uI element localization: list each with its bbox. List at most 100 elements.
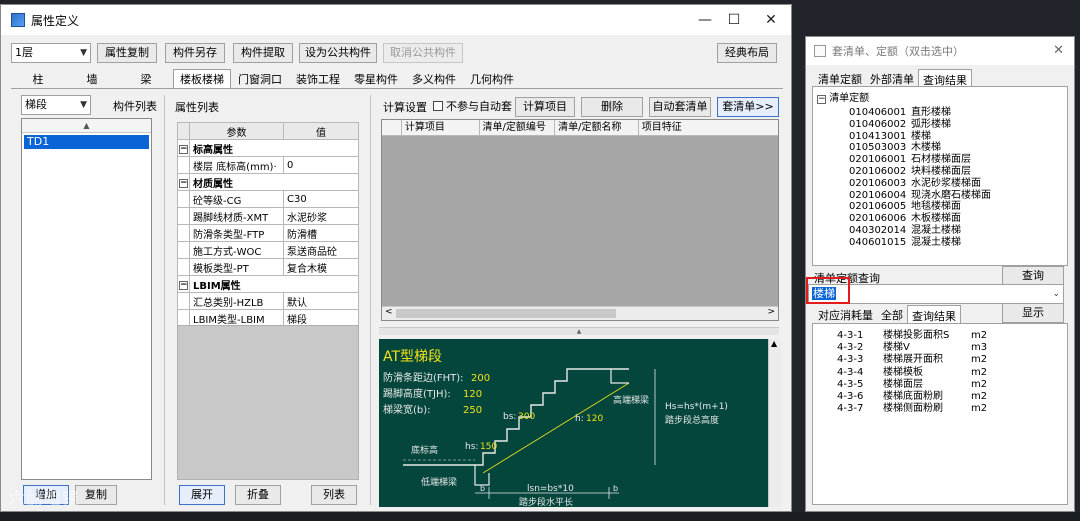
scroll-up-icon[interactable]: ▲ <box>22 119 151 133</box>
calc-items-button[interactable]: 计算项目 <box>515 97 575 117</box>
quota-result-list[interactable]: 4-3-1 楼梯投影面积S m2 4-3-2 楼梯V m3 4-3-3 楼梯展开面积 m2 4-3… <box>812 323 1068 505</box>
tab-multi-component[interactable]: 多义构件 <box>405 69 463 89</box>
property-group[interactable]: − LBIM属性 <box>177 275 359 293</box>
scroll-left-icon[interactable]: < <box>385 307 393 317</box>
param-value[interactable]: 泵送商品砼 <box>283 241 359 259</box>
bottom-elev-label: 底标高 <box>411 444 438 456</box>
calc-settings-label: 计算设置 <box>383 101 427 114</box>
query-button[interactable]: 查询 <box>1002 266 1064 286</box>
property-group[interactable]: − 材质属性 <box>177 173 359 191</box>
param-value[interactable]: 梯段 <box>283 309 359 327</box>
collapse-icon[interactable]: − <box>817 95 826 104</box>
floor-select[interactable]: 1层 ▼ <box>11 43 91 63</box>
checkbox-icon[interactable] <box>433 101 443 111</box>
window-title: 属性定义 <box>31 13 80 28</box>
param-value[interactable]: 0 <box>283 156 359 174</box>
collapse-icon[interactable]: − <box>179 280 188 290</box>
panel-title: 套清单、定额（双击选中） <box>832 45 964 58</box>
collapse-icon[interactable]: − <box>179 144 188 154</box>
param-value[interactable]: 复合木模 <box>283 258 359 276</box>
result-row[interactable]: 4-3-7 楼梯侧面粉刷 m2 <box>837 399 987 414</box>
param-value[interactable]: 防滑槽 <box>283 224 359 242</box>
param-name: LBIM类型-LBIM <box>189 309 284 327</box>
low-beam-label: 低端梯梁 <box>421 476 457 488</box>
watermark: 六腑暗镜 <box>8 489 80 509</box>
tab-slab-stair[interactable]: 楼板楼梯 <box>173 69 231 89</box>
component-type-select[interactable]: 梯段 ▼ <box>21 95 91 115</box>
chevron-down-icon: ⌄ <box>1052 289 1060 299</box>
property-row[interactable]: 模板类型-PT 复合木模 <box>177 258 359 276</box>
scroll-up-icon[interactable]: ▲ <box>771 339 777 348</box>
bill-tree[interactable]: − 清单定额 010406001 直形楼梯 010406002 弧形楼梯 0104130… <box>812 86 1068 266</box>
maximize-button[interactable]: ☐ <box>716 5 752 35</box>
cancel-public-component-button[interactable]: 取消公共构件 <box>383 43 463 63</box>
tab-wall[interactable]: 墙 <box>65 69 119 89</box>
scroll-right-icon[interactable]: > <box>767 307 775 317</box>
copy-component-button[interactable]: 复制 <box>75 485 117 505</box>
expand-button[interactable]: 展开 <box>179 485 225 505</box>
diagram-param-value: 120 <box>463 389 482 400</box>
property-table: 参数 值 − 标高属性 楼层 底标高(mm)· 0 − 材质属性 砼等级-CG … <box>177 122 359 327</box>
property-row[interactable]: 踢脚线材质-XMT 水泥砂浆 <box>177 207 359 225</box>
tab-door-window[interactable]: 门窗洞口 <box>231 69 289 89</box>
delete-button[interactable]: 删除 <box>581 97 643 117</box>
calc-items-grid[interactable]: 计算项目 清单/定额编号 清单/定额名称 项目特征 < > <box>381 119 779 321</box>
property-row[interactable]: 楼层 底标高(mm)· 0 <box>177 156 359 174</box>
save-component-as-button[interactable]: 构件另存 <box>165 43 225 63</box>
property-definition-window: 属性定义 — ☐ ✕ 1层 ▼ 属性复制 构件另存 构件提取 设为公共构件 取消… <box>0 4 792 512</box>
auto-bill-button[interactable]: 自动套清单 <box>649 97 711 117</box>
component-listbox[interactable]: ▲ TD1 <box>21 118 152 480</box>
component-type-value: 梯段 <box>25 98 47 111</box>
display-button[interactable]: 显示 <box>1002 303 1064 323</box>
param-value[interactable]: C30 <box>283 190 359 208</box>
collapse-button[interactable]: 折叠 <box>235 485 281 505</box>
tab-misc-component[interactable]: 零星构件 <box>347 69 405 89</box>
tab-beam[interactable]: 梁 <box>119 69 173 89</box>
param-name: 施工方式-WOC <box>189 241 284 259</box>
tab-column[interactable]: 柱 <box>11 69 65 89</box>
param-name: 防滑条类型-FTP <box>189 224 284 242</box>
copy-property-button[interactable]: 属性复制 <box>97 43 157 63</box>
classic-layout-button[interactable]: 经典布局 <box>717 43 777 63</box>
h-value: 120 <box>586 414 603 424</box>
no-auto-checkbox[interactable]: 不参与自动套 <box>433 98 512 114</box>
tree-item[interactable]: 040601015 混凝土楼梯 <box>849 233 961 248</box>
tab-bill-quota[interactable]: 清单定额 <box>814 69 866 87</box>
property-group[interactable]: − 标高属性 <box>177 139 359 157</box>
property-row[interactable]: 防滑条类型-FTP 防滑槽 <box>177 224 359 242</box>
tab-external-bill[interactable]: 外部清单 <box>866 69 918 87</box>
diagram-param-value: 200 <box>471 373 490 384</box>
property-row[interactable]: 施工方式-WOC 泵送商品砼 <box>177 241 359 259</box>
tab-all[interactable]: 全部 <box>877 305 907 323</box>
close-button[interactable]: ✕ <box>753 5 789 35</box>
splitter-handle[interactable]: ▲ <box>379 327 779 335</box>
panel-separator <box>370 95 371 505</box>
tab-consumption[interactable]: 对应消耗量 <box>814 305 877 323</box>
collapse-icon[interactable]: − <box>179 178 188 188</box>
param-value[interactable]: 水泥砂浆 <box>283 207 359 225</box>
component-list-item[interactable]: TD1 <box>24 135 149 149</box>
app-icon <box>11 13 25 27</box>
param-value[interactable]: 默认 <box>283 292 359 310</box>
horizontal-scrollbar[interactable]: < > <box>382 306 778 320</box>
tab-query-results[interactable]: 查询结果 <box>918 69 972 87</box>
tree-root[interactable]: − 清单定额 <box>817 89 869 104</box>
grid-column-header: 清单/定额名称 <box>555 120 639 135</box>
scrollbar-thumb[interactable] <box>396 309 616 318</box>
property-row[interactable]: 砼等级-CG C30 <box>177 190 359 208</box>
diagram-vertical-scrollbar[interactable]: ▲ <box>768 339 781 507</box>
set-public-component-button[interactable]: 设为公共构件 <box>299 43 377 63</box>
tab-geometry-component[interactable]: 几何构件 <box>463 69 521 89</box>
tab-decoration[interactable]: 装饰工程 <box>289 69 347 89</box>
taskbar-strip <box>0 512 1080 521</box>
param-name: 踢脚线材质-XMT <box>189 207 284 225</box>
grid-column-header: 项目特征 <box>641 122 682 133</box>
extract-component-button[interactable]: 构件提取 <box>233 43 293 63</box>
result-code: 4-3-7 <box>837 403 864 415</box>
table-view-button[interactable]: 列表 <box>311 485 357 505</box>
property-row[interactable]: 汇总类别-HZLB 默认 <box>177 292 359 310</box>
apply-bill-button[interactable]: 套清单>> <box>717 97 779 117</box>
close-icon[interactable]: ✕ <box>1053 43 1064 58</box>
tab-bottom-query-results[interactable]: 查询结果 <box>907 305 961 323</box>
property-row[interactable]: LBIM类型-LBIM 梯段 <box>177 309 359 327</box>
